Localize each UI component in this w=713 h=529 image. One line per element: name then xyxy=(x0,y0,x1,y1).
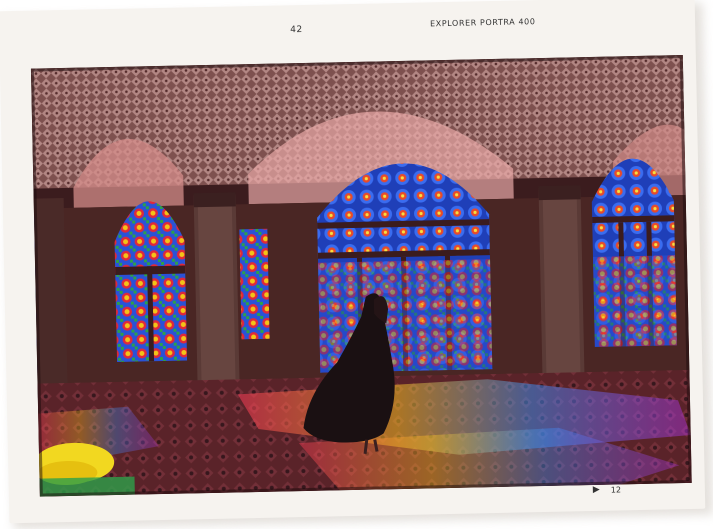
frame-number: 42 xyxy=(290,24,303,36)
page-number: 12 xyxy=(610,485,622,495)
film-arrow-icon: ▶ xyxy=(592,484,600,496)
mosque-interior-illustration xyxy=(30,55,692,497)
photo-print: 42 EXPLORER PORTRA 400 ▶ 12 xyxy=(0,0,706,524)
mosque-photo xyxy=(30,55,692,497)
film-label: EXPLORER PORTRA 400 xyxy=(429,17,536,29)
